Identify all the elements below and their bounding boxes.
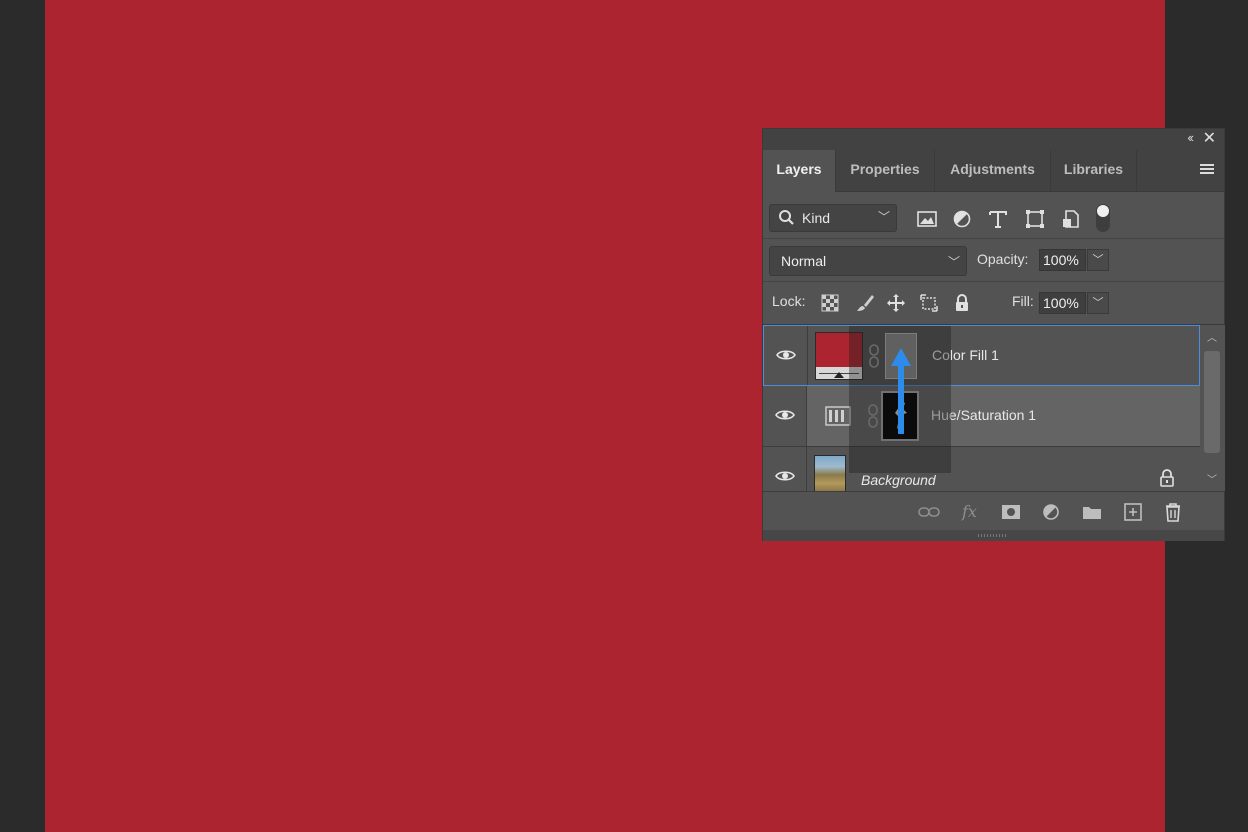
blend-mode-select[interactable]: Normal ﹀: [769, 246, 967, 276]
chain-link-icon[interactable]: [867, 404, 879, 428]
lock-row: Lock: Fill: 100% ﹀: [763, 282, 1224, 325]
close-panel-icon[interactable]: ✕: [1203, 128, 1216, 148]
chevron-up-icon[interactable]: ︿: [1207, 329, 1217, 344]
delete-layer-trash-icon[interactable]: [1162, 502, 1184, 522]
layer-row-hue-saturation[interactable]: Hue/Saturation 1: [763, 386, 1200, 447]
tab-libraries[interactable]: Libraries: [1051, 150, 1136, 191]
layer-mask-thumbnail[interactable]: [881, 391, 919, 441]
tab-divider: [1136, 150, 1137, 191]
eye-icon[interactable]: [776, 348, 796, 362]
search-icon: [779, 210, 794, 225]
layer-row-background[interactable]: Background: [763, 447, 1200, 491]
visibility-cell: [763, 386, 807, 446]
add-mask-icon[interactable]: [1000, 502, 1022, 522]
tab-properties[interactable]: Properties: [836, 150, 934, 191]
swatch-marker-icon: [834, 372, 844, 378]
panel-resize-grip[interactable]: [763, 530, 1224, 541]
eye-icon[interactable]: [775, 469, 795, 483]
layer-list-scrollbar[interactable]: ︿ ﹀: [1201, 325, 1225, 491]
panel-tabs: Layers Properties Adjustments Libraries: [763, 150, 1224, 192]
fill-input[interactable]: 100%: [1039, 292, 1086, 314]
chevron-down-icon: ﹀: [877, 210, 890, 224]
chain-link-icon[interactable]: [868, 344, 880, 368]
tab-adjustments[interactable]: Adjustments: [935, 150, 1050, 191]
layers-panel: ‹‹ ✕ Layers Properties Adjustments Libra…: [762, 128, 1225, 541]
lock-artboard-icon[interactable]: [919, 293, 939, 313]
adjustment-filter-icon[interactable]: [951, 208, 973, 230]
image-filter-icon[interactable]: [916, 208, 938, 230]
filter-toggle-switch[interactable]: [1096, 204, 1110, 232]
hue-saturation-adjustment-icon[interactable]: [825, 406, 851, 426]
new-layer-icon[interactable]: [1122, 502, 1144, 522]
lock-position-icon[interactable]: [886, 293, 906, 313]
smart-object-filter-icon[interactable]: [1060, 208, 1082, 230]
collapse-panel-icon[interactable]: ‹‹: [1187, 130, 1194, 145]
fill-dropdown-button[interactable]: ﹀: [1087, 292, 1109, 314]
chevron-down-icon: ﹀: [947, 255, 960, 269]
layer-row-color-fill[interactable]: Color Fill 1: [763, 325, 1200, 386]
visibility-cell: [763, 447, 807, 491]
fill-label: Fill:: [1012, 293, 1034, 309]
lock-transparent-pixels-icon[interactable]: [820, 293, 840, 313]
filter-kind-label: Kind: [802, 210, 831, 226]
panel-titlebar[interactable]: ‹‹ ✕: [763, 129, 1224, 150]
chevron-down-icon[interactable]: ﹀: [1207, 471, 1217, 486]
panel-menu-icon[interactable]: [1200, 164, 1214, 176]
scroll-thumb[interactable]: [1204, 351, 1220, 453]
shape-filter-icon[interactable]: [1024, 208, 1046, 230]
layer-list: Color Fill 1 Hue/Saturation 1 Background: [763, 325, 1200, 491]
visibility-cell: [764, 326, 808, 385]
layer-name[interactable]: Background: [861, 472, 936, 488]
fx-layer-style-icon[interactable]: fx: [960, 502, 982, 522]
link-layers-icon[interactable]: [918, 502, 940, 522]
svg-text:fx: fx: [961, 502, 977, 521]
layer-name[interactable]: Color Fill 1: [932, 347, 999, 363]
lock-label: Lock:: [772, 293, 806, 309]
tab-layers[interactable]: Layers: [763, 150, 835, 192]
eye-icon[interactable]: [775, 408, 795, 422]
opacity-input[interactable]: 100%: [1039, 249, 1086, 271]
toggle-knob: [1097, 205, 1109, 217]
filter-kind-select[interactable]: Kind ﹀: [769, 204, 897, 232]
lock-all-icon[interactable]: [952, 293, 972, 313]
new-group-folder-icon[interactable]: [1081, 502, 1103, 522]
opacity-dropdown-button[interactable]: ﹀: [1087, 249, 1109, 271]
lock-image-pixels-icon[interactable]: [855, 293, 875, 313]
layer-filter-row: Kind ﹀: [763, 192, 1224, 239]
lock-icon[interactable]: [1159, 469, 1175, 487]
opacity-label: Opacity:: [977, 251, 1029, 267]
mask-figure-icon: [895, 401, 907, 429]
layer-name[interactable]: Hue/Saturation 1: [931, 407, 1036, 423]
background-image-thumbnail[interactable]: [814, 455, 846, 491]
blend-mode-value: Normal: [781, 253, 827, 269]
layer-mask-thumbnail[interactable]: [885, 333, 917, 379]
type-filter-icon[interactable]: [987, 208, 1009, 230]
blend-row: Normal ﹀ Opacity: 100% ﹀: [763, 239, 1224, 282]
workspace-left: [0, 0, 45, 832]
color-fill-thumbnail[interactable]: [815, 332, 863, 380]
grip-dots: [978, 534, 1008, 537]
layers-bottom-toolbar: fx: [763, 491, 1224, 531]
new-adjustment-layer-icon[interactable]: [1041, 502, 1063, 522]
